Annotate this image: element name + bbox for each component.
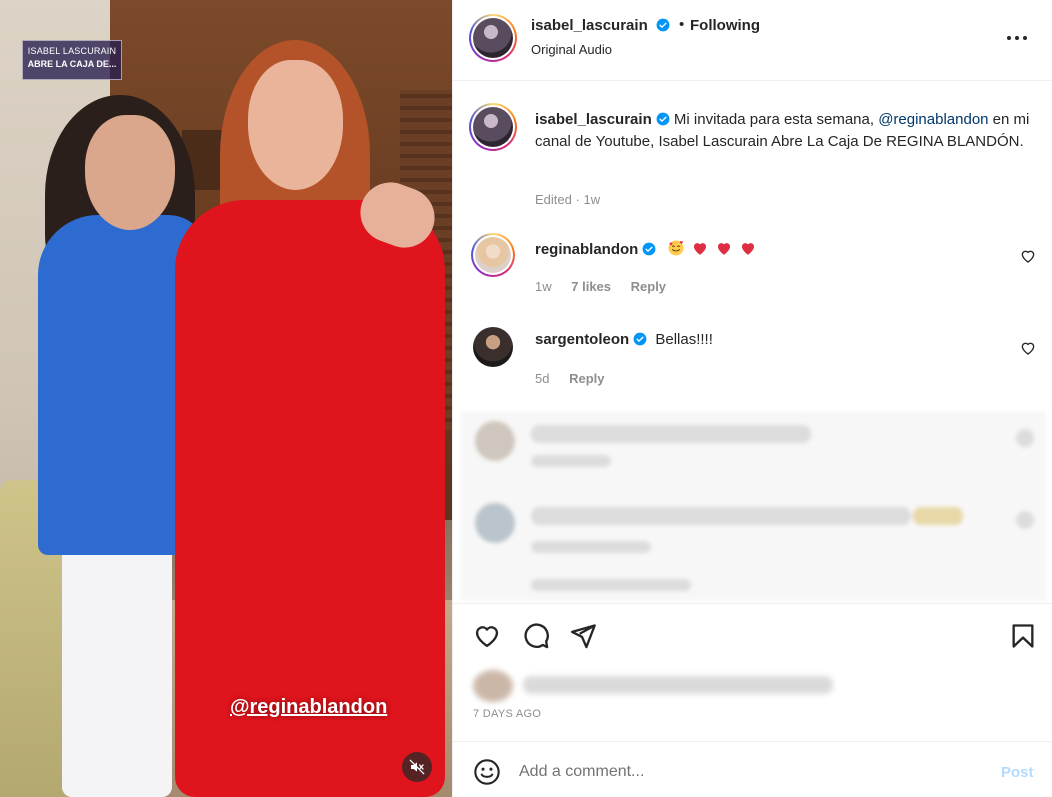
caption-time[interactable]: 1w [583,192,600,207]
comment-text: reginablandon [535,239,757,258]
mention-sticker[interactable]: @reginablandon [226,696,391,724]
author-avatar[interactable] [469,14,517,62]
smiley-icon[interactable] [473,758,501,786]
comment-icon[interactable] [522,622,550,650]
comment-input[interactable] [519,760,979,784]
post-caption: isabel_lascurain Mi invitada para esta s… [535,109,1035,153]
author-username-link[interactable]: isabel_lascurain [531,17,670,34]
commenter-avatar[interactable] [471,233,515,277]
comment-body: Bellas!!!! [655,331,713,348]
heart-icon[interactable] [473,622,501,650]
reply-button[interactable]: Reply [569,371,604,386]
author-username: isabel_lascurain [531,17,648,34]
person-right [248,60,343,190]
red-heart-icon [742,243,755,255]
comment-time: 1w [535,279,552,294]
comment-text: sargentoleon Bellas!!!! [535,331,713,348]
separator-dot: • [679,16,685,33]
comment-like-heart-icon[interactable] [1019,247,1037,265]
commenter-avatar[interactable] [473,327,513,367]
caption-text-start: Mi invitada para esta semana, [669,111,879,128]
liked-by-blurred [473,664,843,708]
following-button[interactable]: Following [690,17,760,34]
overlay-line-2: ABRE LA CAJA DE... [27,59,117,69]
smiling-face-with-hearts-icon [668,240,684,256]
overlay-line-1: ISABEL LASCURAIN [27,46,117,56]
verified-badge-icon [642,242,656,256]
more-horizontal-icon [1007,36,1027,40]
red-heart-icon [717,243,730,255]
comment-time: 5d [535,371,550,386]
comment-likes-count[interactable]: 7 likes [571,279,611,294]
paper-plane-icon[interactable] [569,622,597,650]
post-comment-button[interactable]: Post [1001,764,1034,781]
comment-meta: 1w 7 likes Reply [535,279,682,294]
speaker-muted-icon [409,759,425,775]
comment-like-heart-icon[interactable] [1019,339,1037,357]
comment-item: reginablandon 1w 7 likes Reply [453,233,1052,313]
post-details-panel: isabel_lascurain • Following Original Au… [452,0,1052,797]
caption-author-avatar[interactable] [469,103,517,151]
more-options-button[interactable] [1003,24,1031,52]
verified-badge-icon [656,18,670,32]
red-heart-icon [693,243,706,255]
bookmark-icon[interactable] [1009,622,1037,650]
comment-meta: 5d Reply [535,371,621,386]
verified-badge-icon [633,332,647,346]
caption-mention-link[interactable]: @reginablandon [878,111,988,128]
mute-button[interactable] [402,752,432,782]
blurred-comments [461,411,1046,601]
caption-meta: Edited · 1w [535,192,600,207]
comments-section[interactable]: isabel_lascurain Mi invitada para esta s… [453,81,1052,603]
video-title-overlay: ISABEL LASCURAIN ABRE LA CAJA DE... [22,40,122,80]
post-timestamp[interactable]: 7 DAYS AGO [473,708,541,720]
meta-separator: · [575,192,580,207]
commenter-username[interactable]: reginablandon [535,241,638,258]
person-left [85,115,175,230]
post-header: isabel_lascurain • Following Original Au… [453,0,1052,81]
edited-label: Edited [535,192,572,207]
verified-badge-icon [656,112,670,126]
add-comment-bar: Post [453,741,1052,797]
post-actions [453,603,1052,661]
original-audio-link[interactable]: Original Audio [531,42,612,57]
comment-item: sargentoleon Bellas!!!! 5d Reply [453,325,1052,405]
caption-username[interactable]: isabel_lascurain [535,111,652,128]
commenter-username[interactable]: sargentoleon [535,331,629,348]
post-media[interactable]: ISABEL LASCURAIN ABRE LA CAJA DE... @reg… [0,0,452,797]
reply-button[interactable]: Reply [631,279,666,294]
